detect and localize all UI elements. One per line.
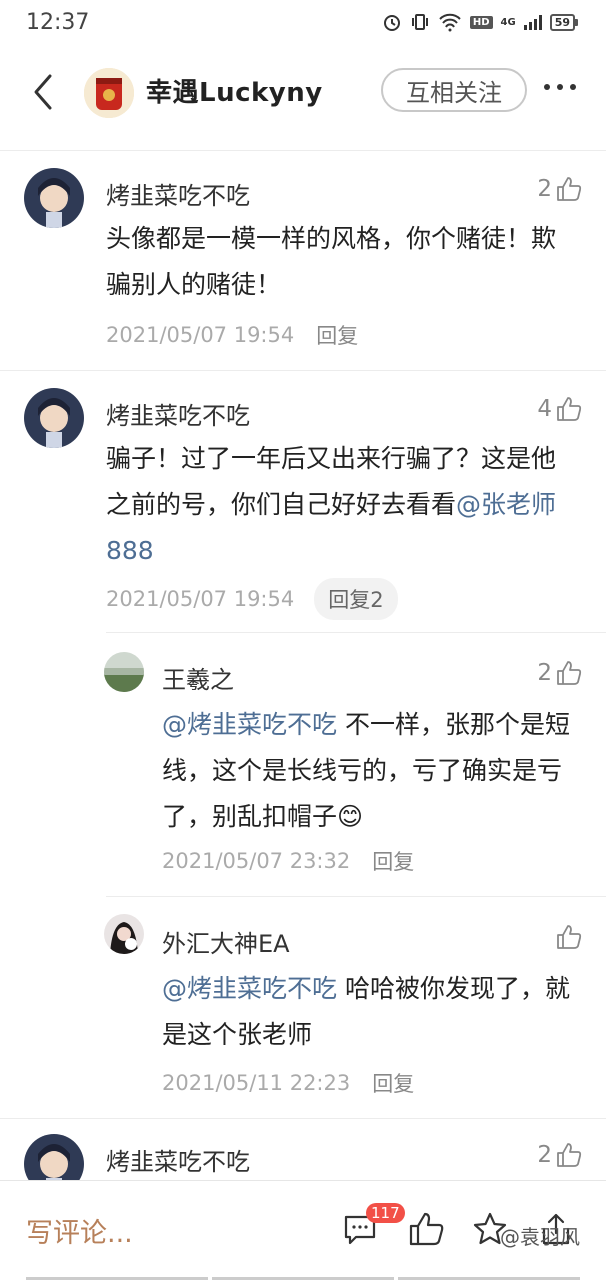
like-button[interactable]: 2 xyxy=(537,176,582,202)
reply-button[interactable]: 回复 xyxy=(316,320,358,350)
comment-text: @烤韭菜吃不吃 不一样，张那个是短线，这个是长线亏的，亏了确实是亏了，别乱扣帽子… xyxy=(162,702,582,840)
thumb-up-icon[interactable] xyxy=(408,1211,444,1247)
avatar[interactable] xyxy=(24,388,84,448)
header: 幸遇Luckyny 互相关注 xyxy=(0,48,606,148)
like-button[interactable]: 2 xyxy=(537,660,582,686)
thumb-up-icon xyxy=(557,177,582,201)
status-bar: 12:37 HD 4G 59 xyxy=(0,0,606,48)
comment-item: 烤韭菜吃不吃 4 骗子！过了一年后又出来行骗了？这是他之前的号，你们自己好好去看… xyxy=(0,370,606,630)
mention-link[interactable]: @烤韭菜吃不吃 xyxy=(162,710,337,739)
header-avatar[interactable] xyxy=(84,68,134,118)
thumb-up-icon xyxy=(557,397,582,421)
mention-link[interactable]: @烤韭菜吃不吃 xyxy=(162,974,337,1003)
like-count: 2 xyxy=(537,176,552,202)
avatar[interactable] xyxy=(104,914,144,954)
comment-date: 2021/05/07 19:54 xyxy=(106,587,295,611)
battery-level: 59 xyxy=(549,13,575,31)
comment-text: 头像都是一模一样的风格，你个赌徒！欺骗别人的赌徒！ xyxy=(106,224,557,299)
write-comment-input[interactable]: 写评论... xyxy=(26,1211,133,1250)
comment-item: 烤韭菜吃不吃 2 头像都是一模一样的风格，你个赌徒！欺骗别人的赌徒！ 2021/… xyxy=(0,150,606,370)
reply-count-button[interactable]: 回复2 xyxy=(314,578,398,620)
like-count: 2 xyxy=(537,1142,552,1168)
comment-date: 2021/05/07 19:54 xyxy=(106,323,295,347)
comment-item: 烤韭菜吃不吃 2 xyxy=(0,1118,606,1180)
comment-author[interactable]: 烤韭菜吃不吃 xyxy=(106,396,250,431)
watermark: @袁羽风 xyxy=(500,1225,580,1249)
header-title: 幸遇Luckyny xyxy=(146,78,323,108)
like-count: 2 xyxy=(537,660,552,686)
battery-icon: 59 xyxy=(549,13,578,31)
back-icon[interactable] xyxy=(26,70,62,114)
avatar[interactable] xyxy=(104,652,144,692)
comment-author[interactable]: 外汇大神EA xyxy=(162,924,290,959)
reply-button[interactable]: 回复 xyxy=(372,846,414,876)
comment-meta: 2021/05/07 19:54 回复 xyxy=(106,320,358,350)
like-count: 4 xyxy=(537,396,552,422)
bottom-bar: 写评论... 117 @袁羽风 xyxy=(0,1180,606,1280)
thumb-up-icon xyxy=(557,925,582,949)
like-button[interactable]: 2 xyxy=(537,1142,582,1168)
follow-button[interactable]: 互相关注 xyxy=(381,68,527,112)
reply-item: 王羲之 2 @烤韭菜吃不吃 不一样，张那个是短线，这个是长线亏的，亏了确实是亏了… xyxy=(0,632,606,896)
comment-meta: 2021/05/11 22:23 回复 xyxy=(162,1068,414,1098)
comment-text: 骗子！过了一年后又出来行骗了？这是他之前的号，你们自己好好去看看@张老师888 xyxy=(106,436,576,574)
alarm-icon xyxy=(383,15,400,31)
comment-count-badge: 117 xyxy=(366,1203,405,1223)
network-type: 4G xyxy=(500,16,516,28)
reply-item: 外汇大神EA @烤韭菜吃不吃 哈哈被你发现了，就是这个张老师 2021/05/1… xyxy=(0,896,606,1118)
like-button[interactable] xyxy=(552,924,582,950)
comment-meta: 2021/05/07 23:32 回复 xyxy=(162,846,414,876)
status-icons: HD 4G 59 xyxy=(382,12,578,32)
comment-text: @烤韭菜吃不吃 哈哈被你发现了，就是这个张老师 xyxy=(162,966,582,1058)
comment-author[interactable]: 王羲之 xyxy=(162,660,234,695)
reply-button[interactable]: 回复 xyxy=(372,1068,414,1098)
comment-author[interactable]: 烤韭菜吃不吃 xyxy=(106,176,250,211)
comment-date: 2021/05/07 23:32 xyxy=(162,849,351,873)
comment-date: 2021/05/11 22:23 xyxy=(162,1071,351,1095)
comment-meta: 2021/05/07 19:54 回复2 xyxy=(106,578,398,620)
hd-badge: HD xyxy=(469,15,493,29)
status-time: 12:37 xyxy=(26,10,90,35)
more-icon[interactable] xyxy=(544,84,576,90)
thumb-up-icon xyxy=(557,1143,582,1167)
signal-icon xyxy=(523,14,542,30)
wifi-icon xyxy=(439,13,461,32)
thumb-up-icon xyxy=(557,661,582,685)
vibrate-icon xyxy=(411,14,428,30)
avatar[interactable] xyxy=(24,1134,84,1180)
like-button[interactable]: 4 xyxy=(537,396,582,422)
comment-author[interactable]: 烤韭菜吃不吃 xyxy=(106,1142,250,1177)
avatar[interactable] xyxy=(24,168,84,228)
